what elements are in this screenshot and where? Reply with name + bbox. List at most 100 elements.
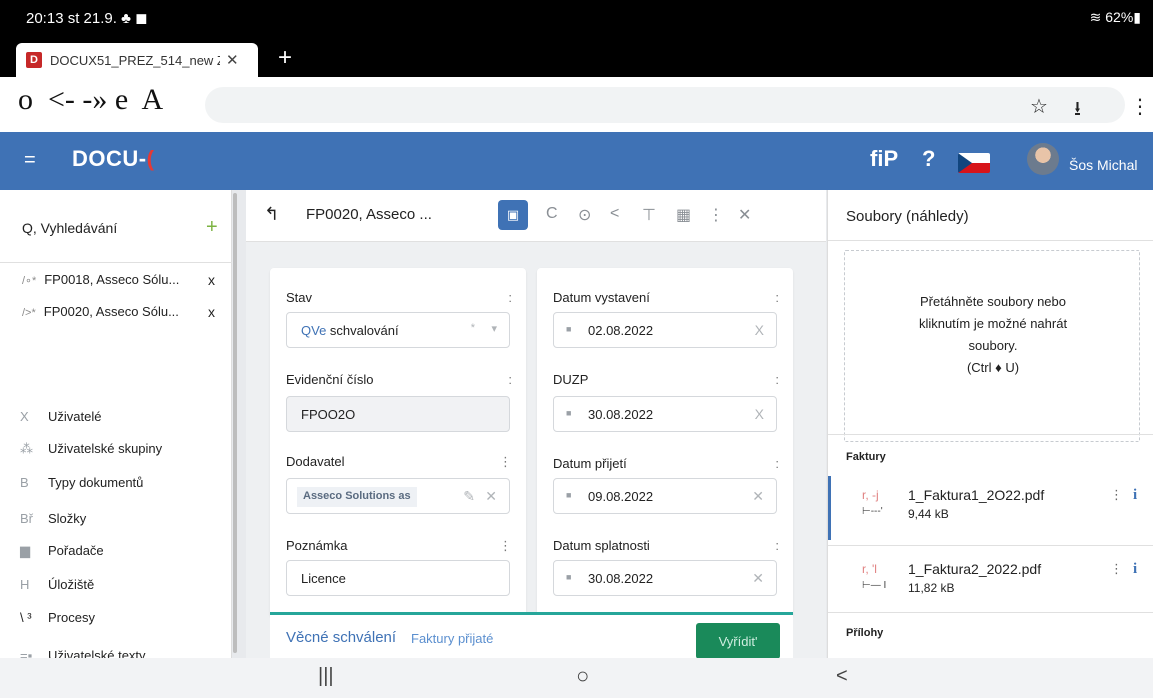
sidebar-item-typy-dokumentu[interactable]: B Typy dokumentů [20, 475, 143, 490]
file-dropzone[interactable]: Přetáhněte soubory nebo kliknutím je mož… [844, 250, 1140, 442]
czech-flag-icon[interactable] [958, 153, 990, 173]
field-label-dodavatel: Dodavatel [286, 454, 345, 469]
more-vert-icon[interactable]: ⋮ [708, 205, 724, 225]
user-name[interactable]: Šos Michal [1069, 157, 1137, 173]
datum-splatnosti-field[interactable]: ■ 30.08.2022 ✕ [553, 560, 777, 596]
files-divider [828, 240, 1153, 241]
hamburger-menu-icon[interactable]: = [24, 149, 36, 172]
help-icon[interactable]: ? [922, 146, 935, 172]
screen: 20:13 st 21.9. ♣ ◼ ≋ 62%▮ D DOCUX51_PREZ… [0, 0, 1153, 698]
pdf-thumbnail-icon: r, 'l [862, 562, 877, 576]
file-size: 11,82 kB [908, 581, 955, 595]
chevron-down-icon[interactable]: ▾ [491, 322, 497, 335]
clear-icon[interactable]: X [755, 406, 764, 422]
field-options-icon[interactable]: : [508, 290, 512, 305]
browser-menu-icon[interactable]: ⋮ [1130, 94, 1150, 119]
calendar-icon[interactable]: ■ [566, 572, 571, 582]
calendar-icon[interactable]: ■ [566, 324, 571, 334]
sidebar-item-uloziste[interactable]: H Úložiště [20, 577, 94, 592]
close-doc-icon[interactable]: x [208, 272, 215, 288]
avatar[interactable] [1027, 143, 1059, 175]
grid-icon[interactable]: ▦ [676, 205, 691, 225]
clear-icon[interactable]: ✕ [485, 488, 497, 505]
sidebar-item-uzivatele[interactable]: X Uživatelé [20, 409, 101, 424]
field-options-icon[interactable]: : [775, 290, 779, 305]
refresh-icon[interactable]: C [546, 205, 558, 223]
field-label-poznamka: Poznámka [286, 538, 348, 553]
datum-vystaveni-field[interactable]: ■ 02.08.2022 X [553, 312, 777, 348]
clear-icon[interactable]: X [755, 322, 764, 338]
evidencni-cislo-field[interactable]: FPOO2O [286, 396, 510, 432]
evidencni-cislo-value: FPOO2O [301, 407, 356, 422]
open-doc-fp0018[interactable]: /∘* FP0018, Asseco Sólu... x [22, 272, 215, 288]
share-icon[interactable]: < [610, 205, 619, 223]
clear-icon[interactable]: ✕ [752, 570, 764, 587]
field-options-icon[interactable]: ⋮ [499, 538, 512, 554]
dodavatel-field[interactable]: Asseco Solutions as ✎ ✕ [286, 478, 510, 514]
stav-select[interactable]: QVe schvalování * ▾ [286, 312, 510, 348]
browser-tab[interactable]: D DOCUX51_PREZ_514_new Z/ ✕ [16, 43, 258, 77]
field-options-icon[interactable]: : [775, 538, 779, 553]
eye-icon[interactable]: ⊙ [578, 205, 591, 225]
duzp-field[interactable]: ■ 30.08.2022 X [553, 396, 777, 432]
file-item[interactable]: r, 'l ⊢— I 1_Faktura2_2022.pdf 11,82 kB … [828, 550, 1153, 614]
sidebar-item-procesy[interactable]: \ ³ Procesy [20, 610, 95, 625]
calendar-icon[interactable]: ■ [566, 408, 571, 418]
open-doc-fp0020[interactable]: />* FP0020, Asseco Sólu... x [22, 304, 215, 320]
add-icon[interactable]: + [206, 216, 218, 239]
file-name[interactable]: 1_Faktura2_2022.pdf [908, 561, 1041, 577]
bookmark-star-icon[interactable]: ☆ [1030, 94, 1048, 119]
poznamka-field[interactable]: Licence [286, 560, 510, 596]
document-toolbar: ↰ FP0020, Asseco ... ▣ C ⊙ < ⊤ ▦ ⋮ ✕ [246, 190, 826, 242]
info-icon[interactable]: i [1133, 561, 1137, 578]
browser-nav-buttons[interactable]: o <- -» e A [18, 83, 163, 117]
sidebar-item-label: Úložiště [48, 577, 95, 592]
field-options-icon[interactable]: ⋮ [499, 454, 512, 470]
pdf-thumbnail-icon-base: ⊢---' [862, 506, 883, 517]
field-options-icon[interactable]: : [775, 456, 779, 471]
recents-button[interactable]: ||| [318, 665, 334, 688]
back-button[interactable]: < [836, 665, 848, 688]
info-icon[interactable]: i [1133, 487, 1137, 504]
close-doc-icon[interactable]: x [208, 304, 215, 320]
fip-button[interactable]: fiP [870, 146, 898, 172]
back-arrow-icon[interactable]: ↰ [264, 204, 279, 225]
field-options-icon[interactable]: : [775, 372, 779, 387]
new-tab-button[interactable]: + [278, 44, 292, 72]
system-nav-bar: ||| ○ < [0, 658, 1153, 698]
more-vert-icon[interactable]: ⋮ [1110, 487, 1123, 503]
close-tab-icon[interactable]: ✕ [226, 51, 239, 69]
approval-bar: Věcné schválení Faktury přijaté Vyřídit' [270, 612, 793, 659]
required-star: * [470, 322, 475, 334]
sidebar-item-slozky[interactable]: Bř Složky [20, 511, 86, 526]
close-icon[interactable]: ✕ [738, 205, 751, 225]
approval-title: Věcné schválení [286, 629, 397, 646]
more-vert-icon[interactable]: ⋮ [1110, 561, 1123, 577]
field-options-icon[interactable]: : [508, 372, 512, 387]
download-icon[interactable]: ⭳ [1074, 94, 1081, 128]
calendar-icon[interactable]: ■ [566, 490, 571, 500]
stav-value: QVe schvalování [301, 323, 399, 338]
edit-icon[interactable]: ✎ [463, 488, 475, 505]
sidebar-item-label: Uživatelé [48, 409, 102, 424]
file-item[interactable]: r, -j ⊢---' 1_Faktura1_2O22.pdf 9,44 kB … [828, 476, 1153, 540]
sidebar-search[interactable]: Q, Vyhledávání [22, 220, 117, 236]
file-name[interactable]: 1_Faktura1_2O22.pdf [908, 487, 1044, 503]
url-field[interactable] [205, 87, 1125, 123]
workflow-tree-icon[interactable]: ⊤ [642, 205, 656, 225]
datum-prijeti-field[interactable]: ■ 09.08.2022 ✕ [553, 478, 777, 514]
sidebar-item-poradace[interactable]: ▆ Pořadače [20, 543, 104, 559]
sidebar-item-uzivatelske-skupiny[interactable]: ⁂ Uživatelské skupiny [20, 441, 162, 457]
field-label-datum-prijeti: Datum přijetí [553, 456, 627, 471]
home-button[interactable]: ○ [576, 663, 589, 689]
sidebar-item-label: Uživatelské skupiny [48, 441, 163, 456]
open-doc-marker: /∘* [22, 275, 37, 287]
files-panel: Soubory (náhledy) Přetáhněte soubory neb… [827, 190, 1153, 658]
status-bar: 20:13 st 21.9. ♣ ◼ ≋ 62%▮ [0, 0, 1153, 40]
dodavatel-chip[interactable]: Asseco Solutions as [297, 487, 417, 507]
clear-icon[interactable]: ✕ [752, 488, 764, 505]
resolve-button[interactable]: Vyřídit' [696, 623, 780, 659]
save-button[interactable]: ▣ [498, 200, 528, 230]
sidebar-scrollbar[interactable] [233, 193, 237, 653]
docu-logo[interactable]: DOCU-( [72, 146, 154, 172]
